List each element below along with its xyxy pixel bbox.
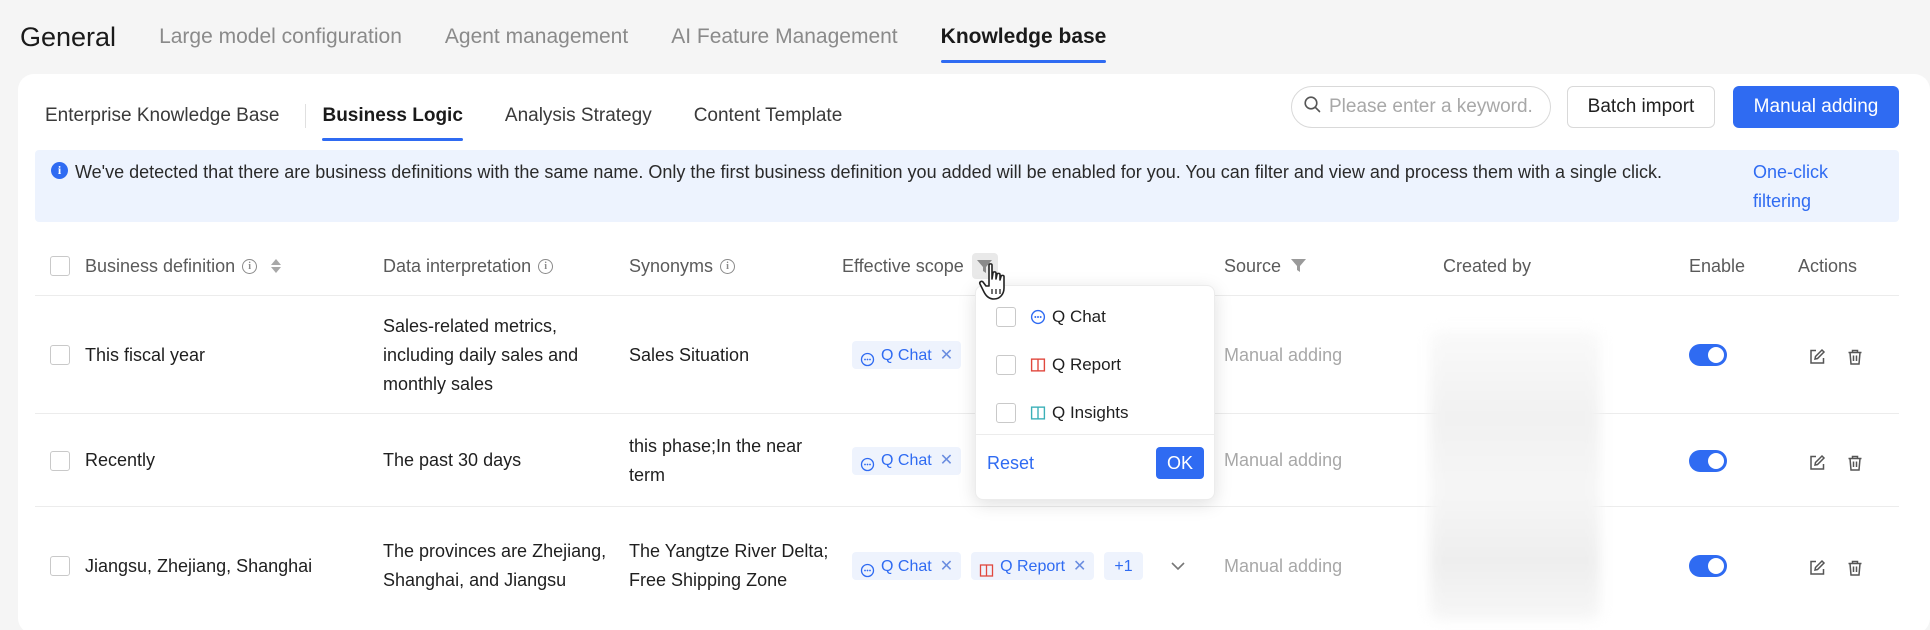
enable-toggle[interactable] bbox=[1689, 296, 1727, 414]
table-row: Recently The past 30 days this phase;In … bbox=[35, 414, 1899, 507]
data-interpretation: The past 30 days bbox=[383, 450, 522, 470]
batch-import-button[interactable]: Batch import bbox=[1567, 86, 1715, 128]
source: Manual adding bbox=[1224, 450, 1343, 470]
synonyms: Sales Situation bbox=[629, 344, 750, 365]
subtab-business-logic[interactable]: Business Logic bbox=[322, 99, 464, 141]
tab-ai-feature-management[interactable]: AI Feature Management bbox=[671, 17, 897, 57]
select-all-checkbox[interactable] bbox=[50, 236, 70, 296]
header-created-by: Created by bbox=[1443, 255, 1532, 276]
row-actions bbox=[1808, 507, 1884, 625]
report-icon bbox=[979, 559, 994, 577]
report-icon bbox=[1030, 357, 1046, 373]
manual-adding-button[interactable]: Manual adding bbox=[1733, 86, 1899, 128]
chat-icon bbox=[1030, 309, 1046, 325]
row-actions bbox=[1808, 414, 1884, 507]
subtab-enterprise-knowledge-base[interactable]: Enterprise Knowledge Base bbox=[45, 99, 279, 133]
enable-toggle[interactable] bbox=[1689, 507, 1727, 625]
ok-button[interactable]: OK bbox=[1156, 447, 1204, 479]
source: Manual adding bbox=[1224, 555, 1343, 576]
edit-icon[interactable] bbox=[1808, 557, 1826, 575]
alert-message: We've detected that there are business d… bbox=[75, 162, 1662, 182]
subtab-divider bbox=[305, 104, 307, 128]
top-nav: General Large model configuration Agent … bbox=[20, 0, 1149, 74]
header-actions: Actions bbox=[1798, 255, 1858, 276]
one-click-filtering-link[interactable]: One-click filtering bbox=[1753, 158, 1873, 216]
header-business-definition: Business definition i bbox=[85, 236, 282, 296]
header-source: Source bbox=[1224, 236, 1307, 296]
header-effective-scope: Effective scope bbox=[842, 236, 998, 296]
scope-tag: Q Report ✕ bbox=[971, 552, 1095, 581]
table-row: Jiangsu, Zhejiang, Shanghai The province… bbox=[35, 507, 1899, 625]
page-title: General bbox=[20, 21, 117, 52]
enable-toggle[interactable] bbox=[1689, 414, 1727, 507]
effective-scope: Q Chat ✕ bbox=[852, 414, 971, 507]
row-checkbox[interactable] bbox=[50, 296, 70, 414]
chat-icon bbox=[860, 453, 875, 472]
synonyms: The Yangtze River Delta; Free Shipping Z… bbox=[629, 541, 829, 590]
remove-tag-icon[interactable]: ✕ bbox=[1073, 552, 1086, 581]
remove-tag-icon[interactable]: ✕ bbox=[940, 552, 953, 581]
subtab-content-template[interactable]: Content Template bbox=[694, 99, 843, 133]
search-icon bbox=[1304, 96, 1321, 118]
reset-button[interactable]: Reset bbox=[987, 453, 1034, 474]
header-enable: Enable bbox=[1689, 255, 1746, 276]
synonyms: this phase;In the near term bbox=[629, 435, 803, 485]
source: Manual adding bbox=[1224, 344, 1343, 365]
data-interpretation: Sales-related metrics, including daily s… bbox=[383, 315, 579, 394]
filter-option-q-insights[interactable]: Q Insights bbox=[996, 399, 1129, 427]
tab-large-model-configuration[interactable]: Large model configuration bbox=[159, 17, 402, 57]
sub-tabs: Enterprise Knowledge Base Business Logic… bbox=[45, 96, 843, 141]
delete-icon[interactable] bbox=[1846, 557, 1864, 576]
subtab-analysis-strategy[interactable]: Analysis Strategy bbox=[505, 99, 652, 133]
filter-option-q-report[interactable]: Q Report bbox=[996, 351, 1121, 379]
main-card: Enterprise Knowledge Base Business Logic… bbox=[18, 74, 1930, 630]
info-icon: i bbox=[538, 258, 554, 274]
duplicate-alert: We've detected that there are business d… bbox=[35, 150, 1899, 222]
edit-icon[interactable] bbox=[1808, 452, 1826, 470]
delete-icon[interactable] bbox=[1846, 452, 1864, 471]
business-definition: Recently bbox=[85, 450, 156, 470]
scope-tag: Q Chat ✕ bbox=[852, 552, 962, 581]
business-definition: This fiscal year bbox=[85, 344, 206, 365]
row-actions bbox=[1808, 296, 1884, 414]
chat-icon bbox=[860, 348, 875, 366]
info-icon: i bbox=[720, 258, 736, 274]
row-checkbox[interactable] bbox=[50, 507, 70, 625]
effective-scope: Q Chat ✕ Q Report ✕ +1 bbox=[852, 507, 1185, 625]
hand-cursor-icon bbox=[978, 262, 1012, 302]
info-icon: i bbox=[51, 162, 68, 179]
insights-icon bbox=[1030, 405, 1046, 421]
scope-tag: Q Chat ✕ bbox=[852, 446, 962, 475]
scope-tag: Q Chat ✕ bbox=[852, 341, 962, 370]
effective-scope: Q Chat ✕ bbox=[852, 296, 971, 414]
data-interpretation: The provinces are Zhejiang, Shanghai, an… bbox=[383, 541, 607, 590]
sort-icon[interactable] bbox=[271, 259, 282, 273]
created-by-redacted bbox=[1430, 330, 1600, 620]
tab-agent-management[interactable]: Agent management bbox=[445, 17, 628, 57]
edit-icon[interactable] bbox=[1808, 346, 1826, 364]
filter-dropdown-footer: Reset OK bbox=[976, 434, 1214, 500]
chat-icon bbox=[860, 559, 875, 577]
remove-tag-icon[interactable]: ✕ bbox=[940, 341, 953, 370]
tab-knowledge-base[interactable]: Knowledge base bbox=[940, 17, 1106, 63]
header-data-interpretation: Data interpretation i bbox=[383, 236, 554, 296]
search-input[interactable] bbox=[1329, 96, 1539, 118]
effective-scope-filter-dropdown: Q Chat Q Report Q Insights Reset OK bbox=[975, 285, 1215, 500]
more-tags-badge[interactable]: +1 bbox=[1104, 552, 1143, 580]
delete-icon[interactable] bbox=[1846, 346, 1864, 365]
chevron-down-icon[interactable] bbox=[1171, 552, 1185, 581]
info-icon: i bbox=[242, 258, 258, 274]
business-definition: Jiangsu, Zhejiang, Shanghai bbox=[85, 555, 313, 576]
table-row: This fiscal year Sales-related metrics, … bbox=[35, 296, 1899, 414]
row-checkbox[interactable] bbox=[50, 414, 70, 507]
filter-option-q-chat[interactable]: Q Chat bbox=[996, 303, 1106, 331]
table-header: Business definition i Data interpretatio… bbox=[35, 236, 1899, 296]
header-synonyms: Synonyms i bbox=[629, 236, 736, 296]
search-box[interactable] bbox=[1291, 86, 1551, 128]
remove-tag-icon[interactable]: ✕ bbox=[940, 446, 953, 475]
filter-icon[interactable] bbox=[1291, 259, 1307, 273]
